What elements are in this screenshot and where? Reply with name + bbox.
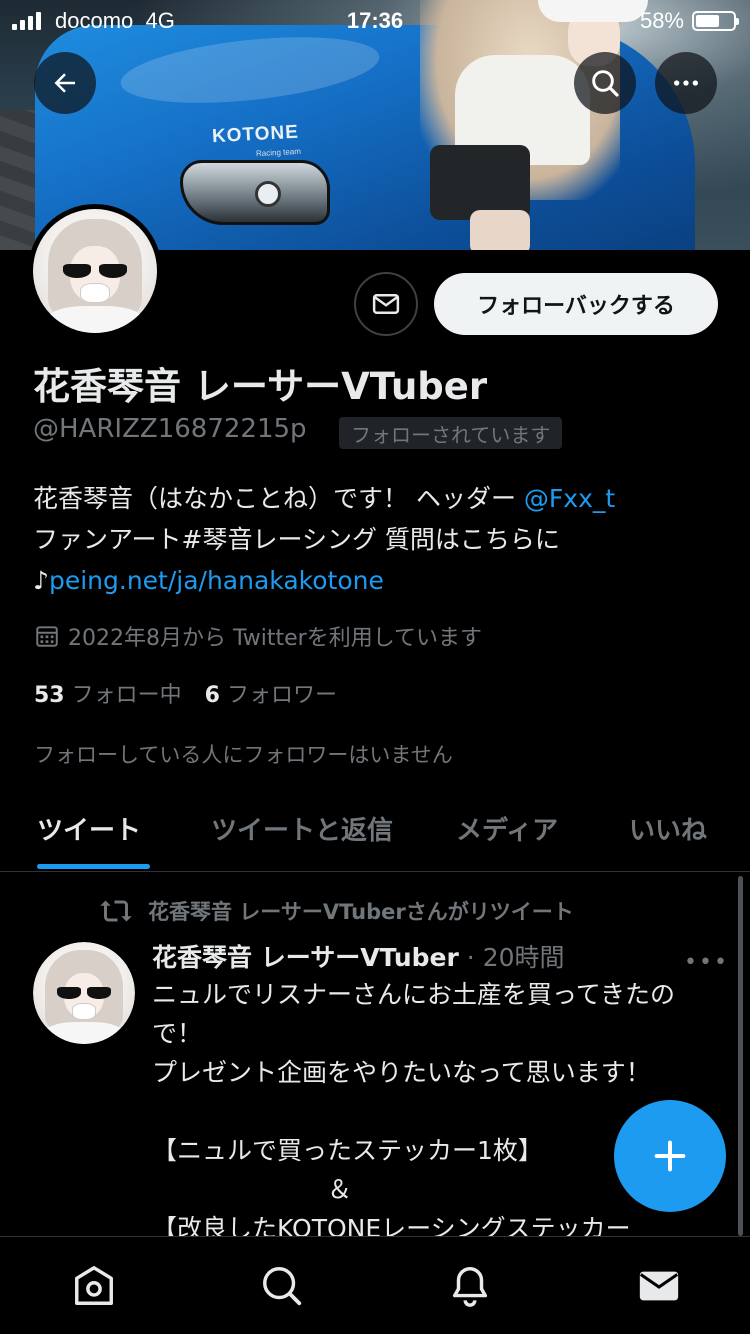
bio-text-1: 花香琴音（はなかことね）です！ ヘッダー <box>33 484 524 513</box>
bio-mention-link[interactable]: @Fxx_t <box>524 484 615 513</box>
tab-likes[interactable]: いいね <box>629 810 707 847</box>
follows-you-badge: フォローされています <box>339 417 563 449</box>
clock: 17:36 <box>346 8 404 33</box>
message-button[interactable] <box>354 272 418 336</box>
arrow-left-icon <box>54 73 75 93</box>
compose-tweet-button[interactable] <box>614 1100 726 1212</box>
following-link[interactable]: 53 フォロー中 <box>34 683 182 708</box>
bio-text-3: ♪ <box>33 566 49 595</box>
tweet-avatar[interactable] <box>33 942 135 1044</box>
tab-tweets[interactable]: ツイート <box>37 810 141 847</box>
bottom-navigation <box>0 1236 750 1334</box>
retweet-context: 花香琴音 レーサーVTuberさんがリツイート <box>98 896 574 926</box>
retweet-icon <box>100 900 132 922</box>
known-followers-note: フォローしている人にフォロワーはいません <box>34 743 453 767</box>
tab-media[interactable]: メディア <box>456 810 558 847</box>
nav-explore[interactable] <box>257 1261 307 1311</box>
following-count: 53 <box>34 683 65 708</box>
followers-label: フォロワー <box>226 683 337 708</box>
profile-avatar[interactable] <box>28 204 162 338</box>
active-tab-indicator <box>37 864 150 869</box>
search-icon <box>592 70 619 97</box>
username: @HARIZZ16872215p <box>33 414 307 444</box>
banner-logo: KOTONE <box>211 121 300 148</box>
tweet-author[interactable]: 花香琴音 レーサーVTuber <box>152 943 459 972</box>
follow-back-button[interactable]: フォローバックする <box>434 273 718 335</box>
search-icon <box>263 1267 302 1306</box>
more-button[interactable] <box>655 52 717 114</box>
tweet-more-button[interactable]: ••• <box>684 950 729 975</box>
scrollbar[interactable] <box>738 876 743 1236</box>
display-name: 花香琴音 レーサーVTuber <box>33 365 488 408</box>
battery-icon <box>692 11 739 31</box>
bell-icon <box>452 1267 488 1307</box>
battery-percent: 58% <box>639 8 684 33</box>
join-date-text: 2022年8月から Twitterを利用しています <box>68 626 483 651</box>
followers-link[interactable]: 6 フォロワー <box>205 683 337 708</box>
profile-bio: 花香琴音（はなかことね）です！ ヘッダー @Fxx_t ファンアート#琴音レーシ… <box>33 478 723 601</box>
following-label: フォロー中 <box>71 683 182 708</box>
follow-counts: 53 フォロー中 6 フォロワー <box>34 677 337 709</box>
envelope-icon <box>639 1271 679 1301</box>
tab-tweets-replies[interactable]: ツイートと返信 <box>211 810 393 847</box>
search-button[interactable] <box>574 52 636 114</box>
nav-home[interactable] <box>69 1261 119 1311</box>
plus-icon <box>654 1140 686 1172</box>
followers-count: 6 <box>204 683 220 708</box>
bio-text-2: ファンアート#琴音レーシング 質問はこちらに <box>33 525 560 554</box>
calendar-icon <box>36 626 58 647</box>
bio-url-link[interactable]: peing.net/ja/hanakakotone <box>49 566 384 595</box>
nav-messages[interactable] <box>634 1261 684 1311</box>
retweet-label: 花香琴音 レーサーVTuberさんがリツイート <box>148 900 574 924</box>
tweet-time: · 20時間 <box>466 943 565 972</box>
tweet-header: 花香琴音 レーサーVTuber · 20時間 <box>152 938 565 974</box>
nav-notifications[interactable] <box>445 1261 495 1311</box>
join-date: 2022年8月から Twitterを利用しています <box>34 620 482 652</box>
back-button[interactable] <box>34 52 96 114</box>
home-icon <box>75 1266 113 1305</box>
profile-tabs: ツイート ツイートと返信 メディア いいね <box>0 798 750 872</box>
more-icon <box>674 80 698 86</box>
envelope-icon <box>372 294 400 314</box>
status-bar: docomo 4G 17:36 58% <box>0 0 750 40</box>
